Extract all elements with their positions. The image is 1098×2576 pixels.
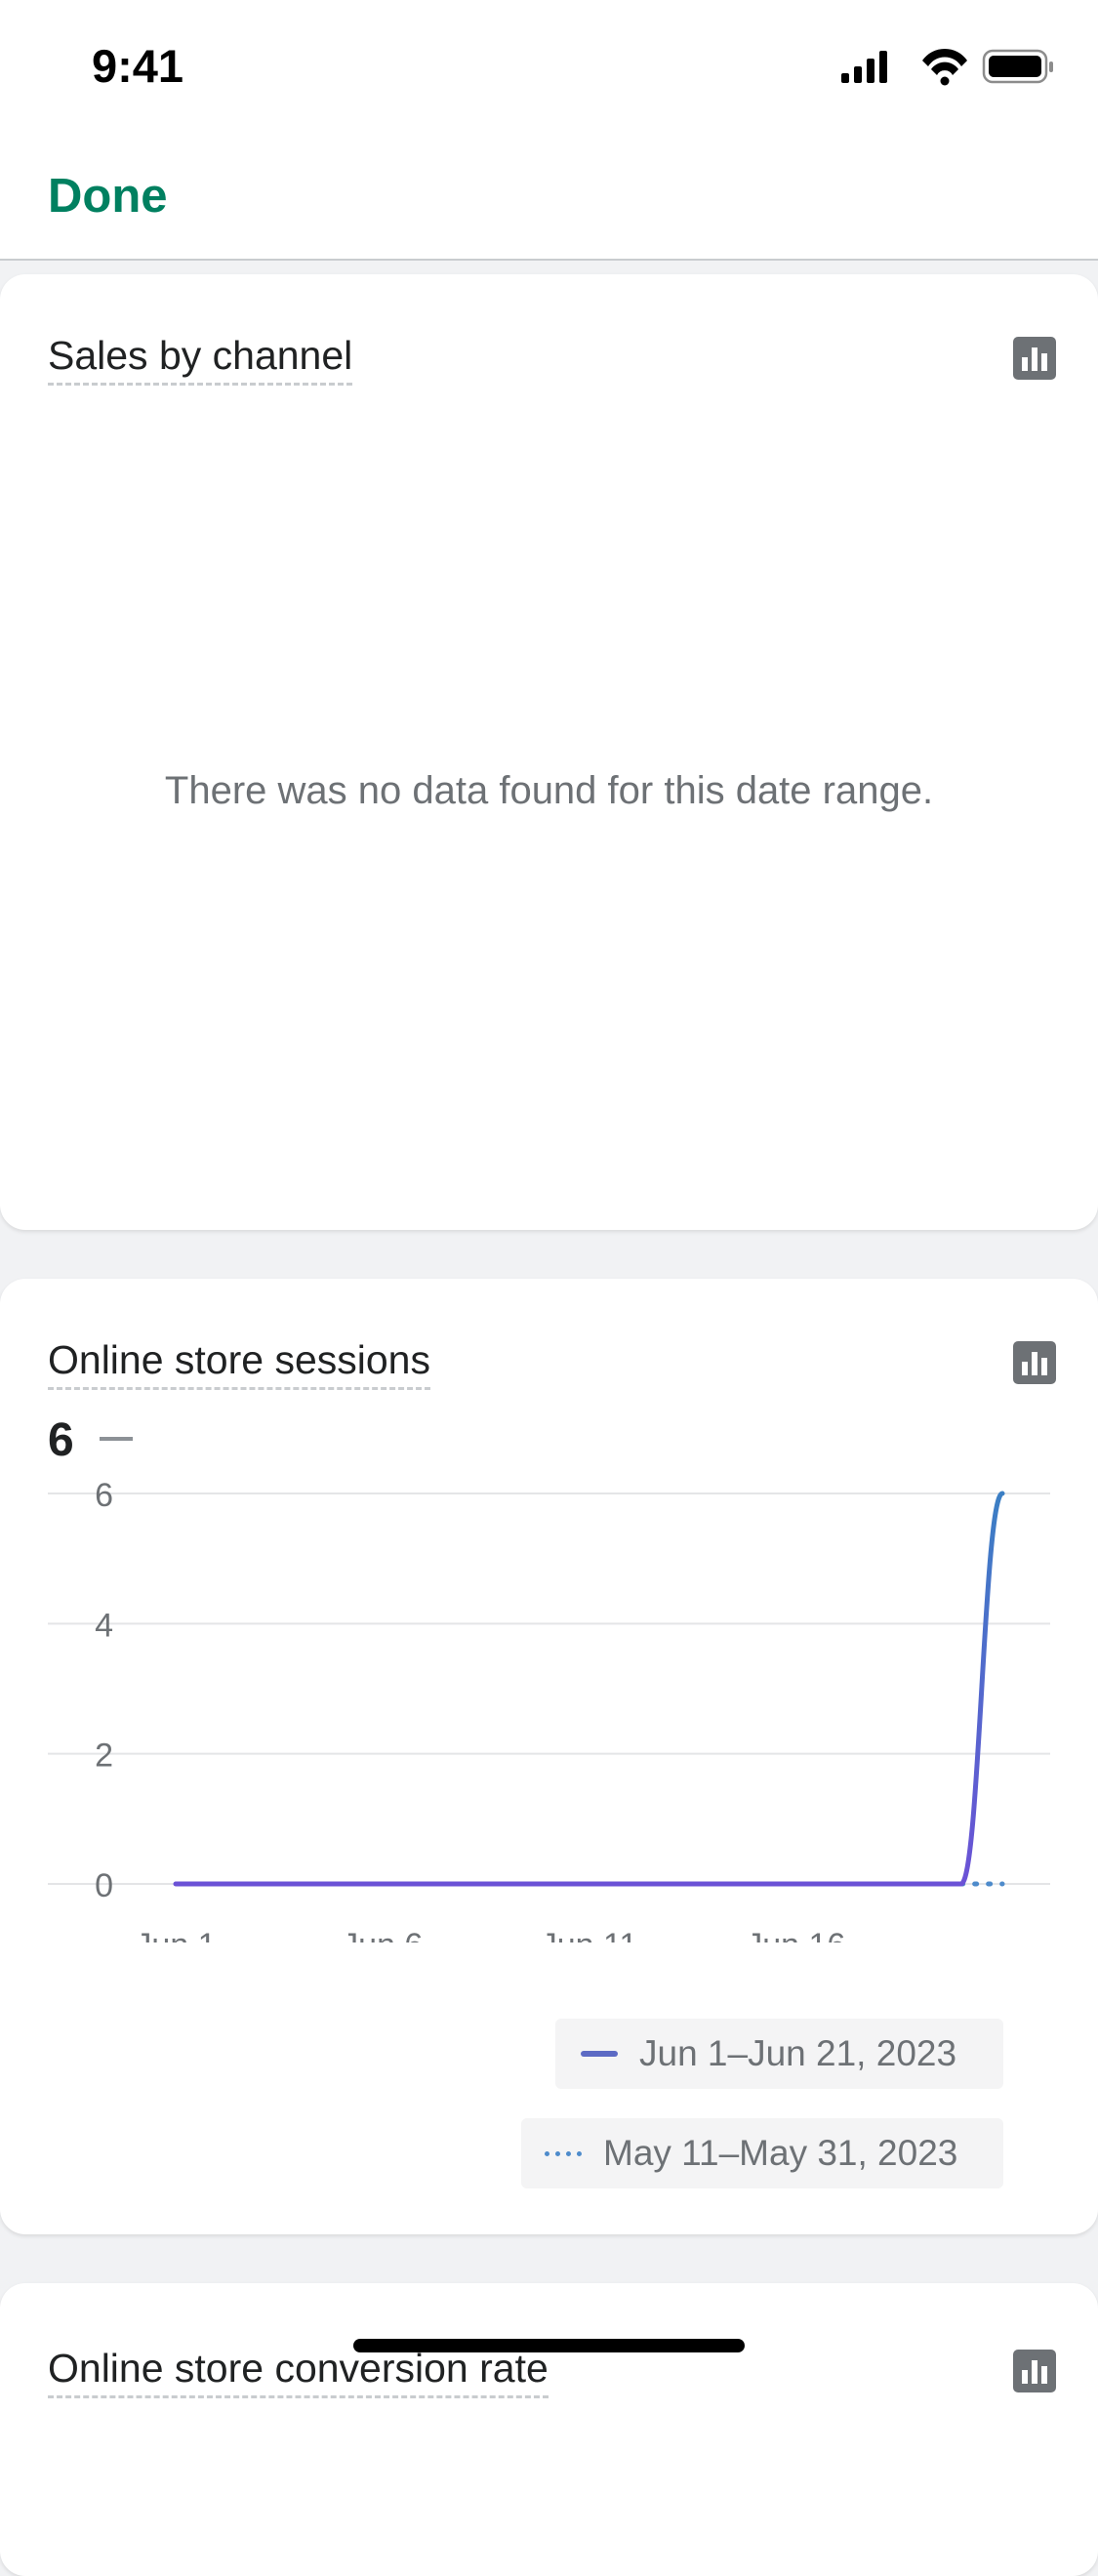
home-indicator[interactable]: [353, 2339, 745, 2352]
legend-label-previous: May 11–May 31, 2023: [603, 2133, 958, 2173]
legend-item-current-period[interactable]: Jun 1–Jun 21, 2023: [555, 2019, 1003, 2089]
solid-line-swatch: [581, 2051, 618, 2057]
online-store-sessions-card: Online store sessions 6 0 2 4 6 Jun 1 Jun 6 J…: [0, 1279, 1098, 2234]
y-tick-label: 0: [95, 1867, 113, 1904]
status-time: 9:41: [92, 40, 184, 92]
navigation-bar: Done: [0, 132, 1098, 261]
bar-chart-icon[interactable]: [1013, 337, 1056, 380]
status-icons: [841, 48, 1053, 86]
bar-chart-icon[interactable]: [1013, 1341, 1056, 1384]
status-bar: 9:41: [0, 0, 1098, 132]
sessions-line-chart: 0 2 4 6 Jun 1 Jun 6 Jun 11 Jun 16: [48, 1477, 1050, 1942]
x-tick-label: Jun 16: [746, 1927, 845, 1942]
dotted-line-swatch: [545, 2150, 582, 2156]
battery-icon: [982, 49, 1053, 84]
wifi-icon: [922, 48, 967, 86]
sales-by-channel-title[interactable]: Sales by channel: [48, 333, 353, 386]
bar-chart-icon[interactable]: [1013, 2350, 1056, 2392]
x-tick-label: Jun 1: [135, 1927, 216, 1942]
legend-label-current: Jun 1–Jun 21, 2023: [639, 2033, 957, 2073]
online-store-conversion-rate-title[interactable]: Online store conversion rate: [48, 2346, 549, 2398]
x-tick-label: Jun 11: [541, 1927, 638, 1942]
y-tick-label: 2: [95, 1738, 113, 1775]
y-tick-label: 6: [95, 1477, 113, 1514]
cellular-signal-icon: [841, 51, 887, 83]
empty-state-message: There was no data found for this date ra…: [164, 769, 934, 812]
sales-by-channel-card: Sales by channel There was no data found…: [0, 274, 1098, 1230]
legend-item-previous-period[interactable]: May 11–May 31, 2023: [521, 2118, 1003, 2188]
done-button[interactable]: Done: [48, 169, 168, 224]
online-store-conversion-rate-card: Online store conversion rate: [0, 2283, 1098, 2576]
y-tick-label: 4: [95, 1607, 113, 1644]
online-store-sessions-title[interactable]: Online store sessions: [48, 1337, 430, 1390]
comparison-dash-icon: [100, 1437, 133, 1441]
series-line-current-period: [173, 1491, 1005, 1887]
x-tick-label: Jun 6: [342, 1927, 423, 1942]
